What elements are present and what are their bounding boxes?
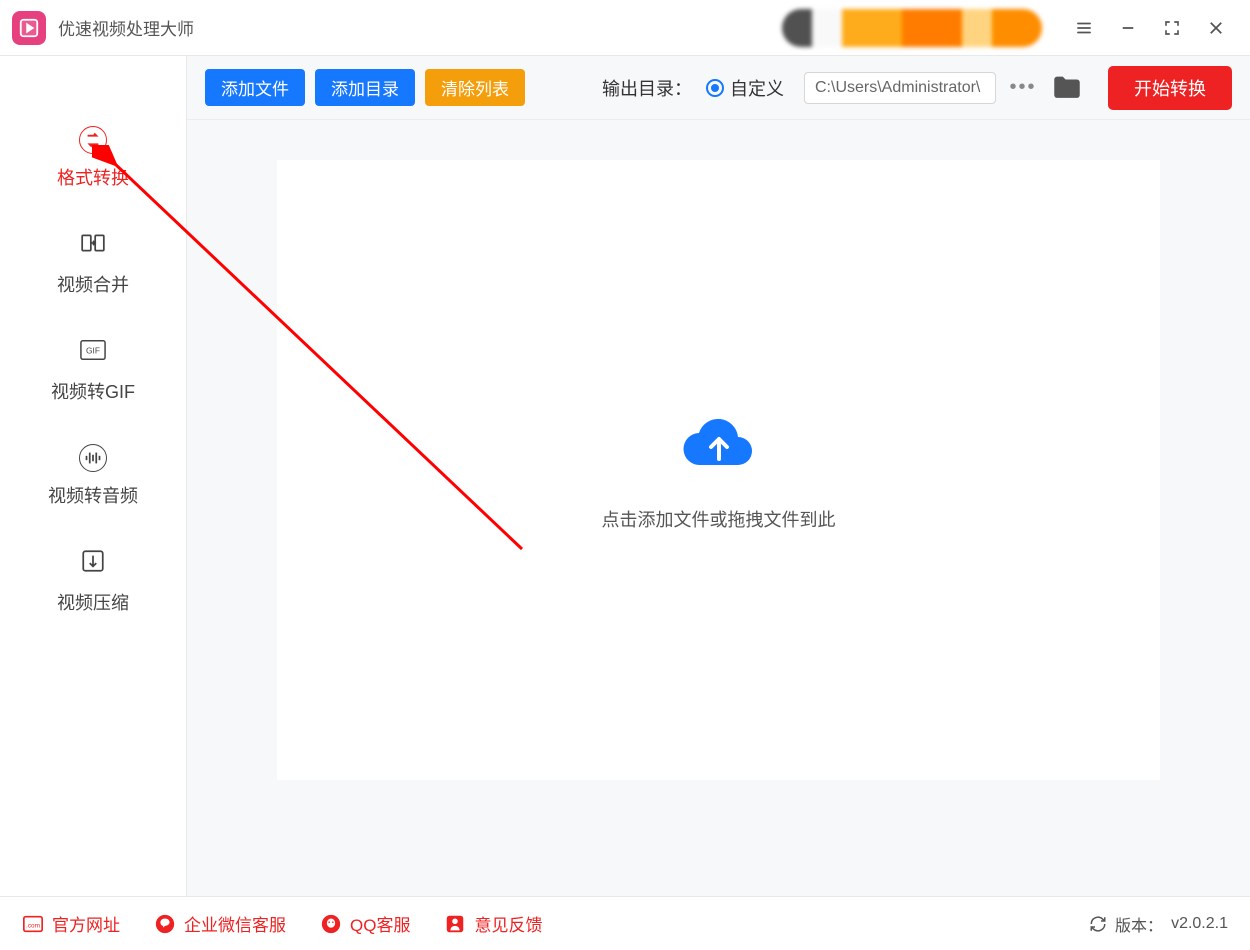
version-label: 版本： [1115,912,1163,936]
merge-icon [80,230,106,261]
gif-icon: GIF [80,337,106,368]
footer-feedback[interactable]: 意见反馈 [444,911,542,936]
toolbar: 添加文件 添加目录 清除列表 输出目录： 自定义 ••• 开始转换 [187,56,1250,120]
footer-link-label: QQ客服 [350,911,410,936]
clear-list-button[interactable]: 清除列表 [425,69,525,106]
footer-link-label: 意见反馈 [474,911,542,936]
footer: .com 官方网址 企业微信客服 QQ客服 意见反馈 版本： v2.0.2.1 [0,896,1250,950]
wechat-icon [154,913,176,935]
footer-link-label: 官方网址 [52,911,120,936]
cloud-upload-icon [680,409,758,476]
sidebar-item-label: 视频转GIF [51,378,135,404]
footer-wechat-support[interactable]: 企业微信客服 [154,911,286,936]
refresh-icon [1089,915,1107,933]
radio-checked-icon [706,79,724,97]
workspace: 点击添加文件或拖拽文件到此 [187,120,1250,896]
menu-icon[interactable] [1062,6,1106,50]
sidebar-item-video-merge[interactable]: 视频合并 [57,230,129,297]
sidebar-item-label: 视频压缩 [57,589,129,615]
app-logo-icon [12,11,46,45]
open-folder-icon[interactable] [1050,71,1084,105]
footer-qq-support[interactable]: QQ客服 [320,911,410,936]
add-folder-button[interactable]: 添加目录 [315,69,415,106]
start-convert-button[interactable]: 开始转换 [1108,66,1232,110]
sidebar-item-video-to-gif[interactable]: GIF 视频转GIF [51,337,135,404]
sidebar: 格式转换 视频合并 GIF 视频转GIF 视频转音频 视频压缩 [0,56,187,896]
titlebar: 优速视频处理大师 [0,0,1250,56]
output-dir-label: 输出目录： [602,75,692,101]
sidebar-item-label: 视频合并 [57,271,129,297]
content-area: 添加文件 添加目录 清除列表 输出目录： 自定义 ••• 开始转换 [187,56,1250,896]
sidebar-item-video-to-audio[interactable]: 视频转音频 [48,444,138,508]
website-icon: .com [22,913,44,935]
convert-icon [79,126,107,154]
more-options-icon[interactable]: ••• [1006,71,1040,105]
sidebar-item-label: 格式转换 [57,164,129,190]
drop-area[interactable]: 点击添加文件或拖拽文件到此 [277,160,1160,780]
footer-link-label: 企业微信客服 [184,911,286,936]
sidebar-item-label: 视频转音频 [48,482,138,508]
svg-text:.com: .com [26,922,40,929]
radio-label: 自定义 [730,75,784,101]
audio-icon [79,444,107,472]
svg-text:GIF: GIF [86,346,100,356]
compress-icon [80,548,106,579]
close-icon[interactable] [1194,6,1238,50]
version-info[interactable]: 版本： v2.0.2.1 [1089,912,1228,936]
feedback-icon [444,913,466,935]
app-title: 优速视频处理大师 [58,15,194,40]
output-path-input[interactable] [804,72,996,104]
sidebar-item-video-compress[interactable]: 视频压缩 [57,548,129,615]
fullscreen-icon[interactable] [1150,6,1194,50]
version-value: v2.0.2.1 [1171,915,1228,933]
drop-hint: 点击添加文件或拖拽文件到此 [602,506,836,532]
footer-official-site[interactable]: .com 官方网址 [22,911,120,936]
sidebar-item-format-convert[interactable]: 格式转换 [57,126,129,190]
redacted-user-area [782,9,1042,47]
qq-icon [320,913,342,935]
output-custom-radio[interactable]: 自定义 [706,75,784,101]
add-file-button[interactable]: 添加文件 [205,69,305,106]
minimize-icon[interactable] [1106,6,1150,50]
